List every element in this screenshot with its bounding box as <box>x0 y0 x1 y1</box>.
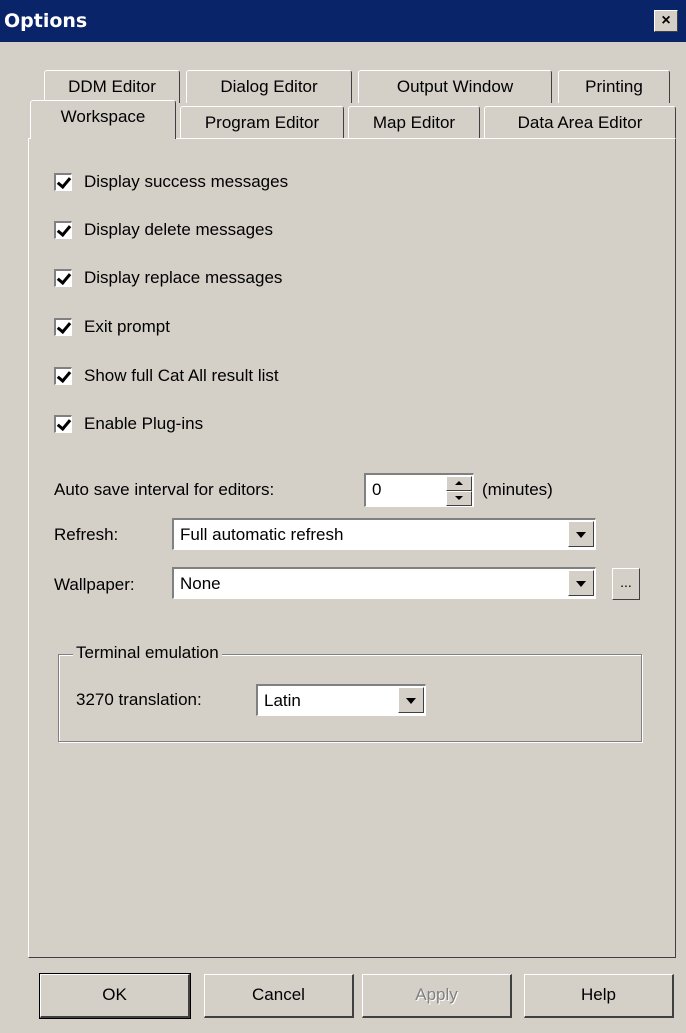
spin-up-icon[interactable] <box>446 476 472 491</box>
refresh-value: Full automatic refresh <box>180 525 344 544</box>
checkbox-label: Show full Cat All result list <box>84 366 279 385</box>
checkbox-success-messages[interactable]: Display success messages <box>54 170 288 194</box>
spin-buttons[interactable] <box>446 476 472 506</box>
tab-map-editor[interactable]: Map Editor <box>348 106 480 139</box>
translation-label: 3270 translation: <box>76 690 202 709</box>
wallpaper-label: Wallpaper: <box>54 575 135 594</box>
checkbox-checked-icon <box>54 269 72 287</box>
dropdown-arrow-icon[interactable] <box>398 687 424 713</box>
group-legend: Terminal emulation <box>73 643 222 663</box>
checkbox-label: Display replace messages <box>84 268 283 287</box>
checkbox-full-cat-all[interactable]: Show full Cat All result list <box>54 364 279 388</box>
dropdown-arrow-icon[interactable] <box>568 570 594 596</box>
ok-button[interactable]: OK <box>39 973 191 1019</box>
checkbox-label: Exit prompt <box>84 317 170 336</box>
autosave-spinner[interactable]: 0 <box>364 473 474 507</box>
checkbox-exit-prompt[interactable]: Exit prompt <box>54 315 170 339</box>
tab-data-area-editor[interactable]: Data Area Editor <box>484 106 676 139</box>
title-bar: Options × <box>0 0 686 42</box>
translation-dropdown[interactable]: Latin <box>256 684 426 716</box>
autosave-label: Auto save interval for editors: <box>54 480 275 499</box>
checkbox-checked-icon <box>54 415 72 433</box>
wallpaper-value: None <box>180 574 221 593</box>
tab-output-window[interactable]: Output Window <box>358 70 552 103</box>
tab-printing[interactable]: Printing <box>558 70 670 103</box>
checkbox-label: Display delete messages <box>84 220 273 239</box>
close-icon: × <box>661 12 671 29</box>
tab-ddm-editor[interactable]: DDM Editor <box>44 70 180 103</box>
translation-value: Latin <box>264 691 301 710</box>
help-button[interactable]: Help <box>524 974 674 1018</box>
checkbox-replace-messages[interactable]: Display replace messages <box>54 266 282 290</box>
spin-down-icon[interactable] <box>446 491 472 506</box>
checkbox-checked-icon <box>54 318 72 336</box>
refresh-dropdown[interactable]: Full automatic refresh <box>172 518 596 550</box>
autosave-value: 0 <box>372 480 382 499</box>
wallpaper-dropdown[interactable]: None <box>172 567 596 599</box>
checkbox-checked-icon <box>54 221 72 239</box>
checkbox-delete-messages[interactable]: Display delete messages <box>54 218 273 242</box>
checkbox-enable-plugins[interactable]: Enable Plug-ins <box>54 412 203 436</box>
checkbox-checked-icon <box>54 173 72 191</box>
window-title: Options <box>4 10 88 32</box>
apply-button[interactable]: Apply <box>362 974 512 1018</box>
checkbox-label: Display success messages <box>84 172 289 191</box>
dropdown-arrow-icon[interactable] <box>568 521 594 547</box>
tab-workspace[interactable]: Workspace <box>30 100 176 139</box>
tab-program-editor[interactable]: Program Editor <box>180 106 344 139</box>
refresh-label: Refresh: <box>54 525 119 544</box>
cancel-button[interactable]: Cancel <box>204 974 354 1018</box>
tab-dialog-editor[interactable]: Dialog Editor <box>186 70 352 103</box>
checkbox-checked-icon <box>54 367 72 385</box>
checkbox-label: Enable Plug-ins <box>84 414 204 433</box>
autosave-unit: (minutes) <box>482 480 553 499</box>
wallpaper-browse-button[interactable]: ... <box>612 568 640 600</box>
close-button[interactable]: × <box>654 10 678 32</box>
